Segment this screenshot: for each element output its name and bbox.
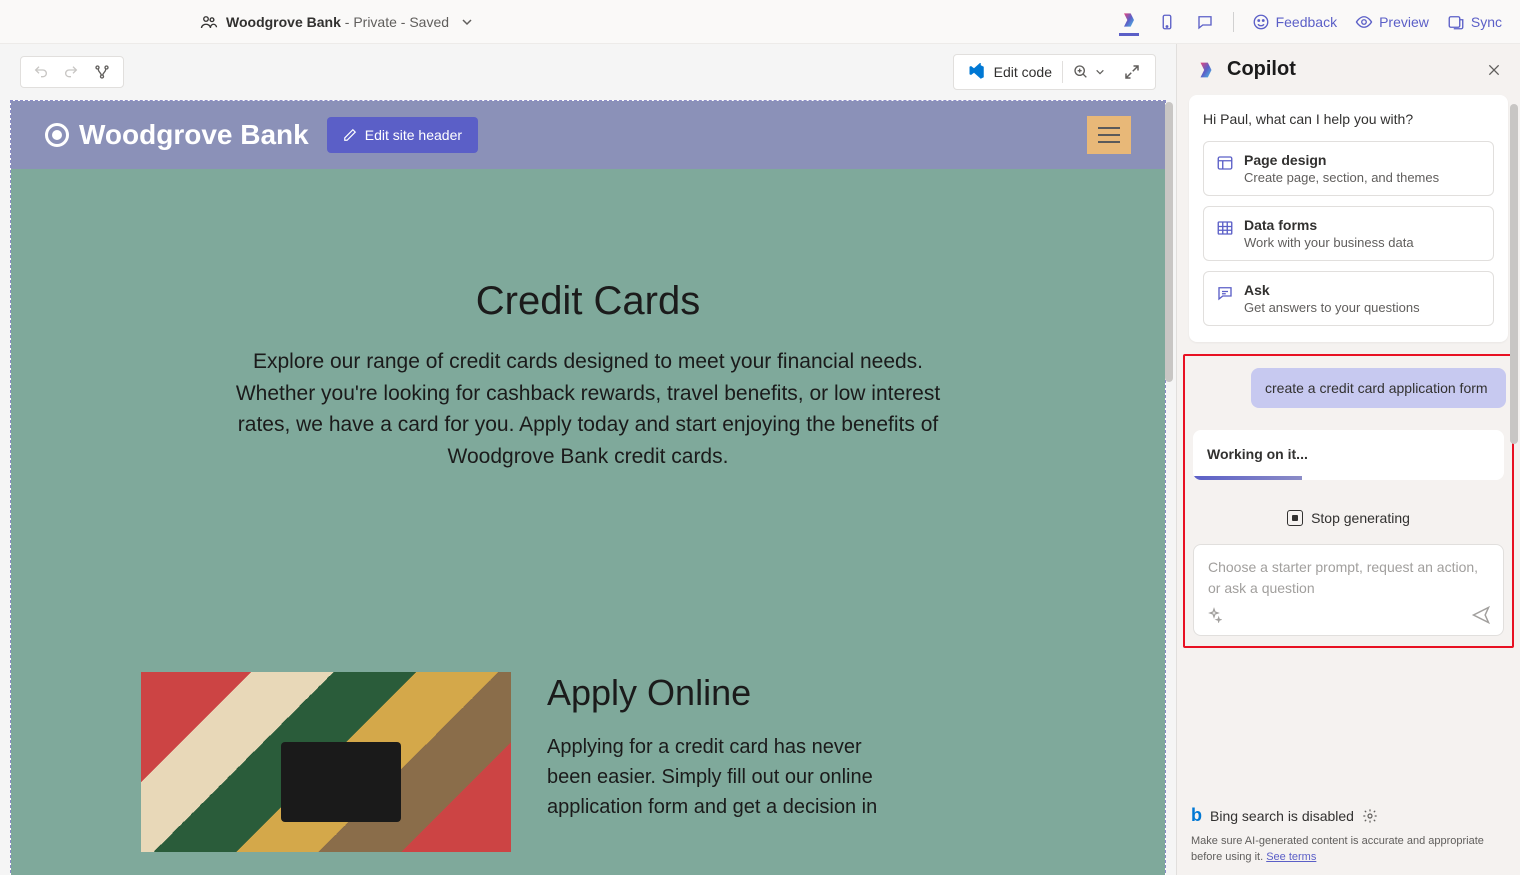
starter-desc: Work with your business data	[1244, 235, 1414, 250]
feedback-icon	[1252, 13, 1270, 31]
edit-header-label: Edit site header	[365, 127, 462, 143]
starter-desc: Create page, section, and themes	[1244, 170, 1439, 185]
gear-icon[interactable]	[1362, 808, 1378, 824]
feedback-button[interactable]: Feedback	[1252, 13, 1337, 31]
starter-title: Data forms	[1244, 217, 1414, 233]
stop-label: Stop generating	[1311, 510, 1410, 526]
close-icon[interactable]	[1486, 62, 1502, 78]
edit-code-button[interactable]: Edit code	[968, 63, 1052, 81]
table-icon	[1216, 219, 1234, 237]
hero-body: Explore our range of credit cards design…	[218, 346, 958, 472]
feedback-label: Feedback	[1276, 14, 1337, 30]
apply-body: Applying for a credit card has never bee…	[547, 732, 907, 822]
site-header[interactable]: Woodgrove Bank Edit site header	[11, 101, 1165, 169]
copilot-greeting-card: Hi Paul, what can I help you with? Page …	[1189, 95, 1508, 342]
stop-generating-button[interactable]: Stop generating	[1191, 510, 1506, 526]
apply-title: Apply Online	[547, 672, 907, 714]
site-preview[interactable]: Woodgrove Bank Edit site header Credit C…	[10, 100, 1166, 875]
canvas-toolbar: Edit code	[10, 44, 1166, 100]
separator	[1233, 12, 1234, 32]
bing-icon: b	[1191, 805, 1202, 826]
app-bar: Woodgrove Bank - Private - Saved Feedbac…	[0, 0, 1520, 44]
zoom-control[interactable]	[1073, 64, 1105, 80]
chat-input[interactable]: Choose a starter prompt, request an acti…	[1193, 544, 1504, 636]
vscode-icon	[968, 63, 986, 81]
working-status: Working on it...	[1193, 430, 1504, 480]
edit-code-label: Edit code	[994, 64, 1052, 80]
copilot-colorful-icon[interactable]	[1119, 16, 1139, 36]
flow-icon[interactable]	[93, 63, 111, 81]
site-logo: Woodgrove Bank	[45, 119, 309, 151]
starter-title: Ask	[1244, 282, 1420, 298]
preview-label: Preview	[1379, 14, 1429, 30]
bing-text: Bing search is disabled	[1210, 808, 1354, 824]
preview-button[interactable]: Preview	[1355, 13, 1429, 31]
history-group	[20, 56, 124, 88]
copilot-title: Copilot	[1227, 58, 1296, 81]
see-terms-link[interactable]: See terms	[1266, 851, 1316, 863]
site-body: Credit Cards Explore our range of credit…	[11, 169, 1165, 875]
sync-button[interactable]: Sync	[1447, 13, 1502, 31]
chevron-down-icon	[1095, 67, 1105, 77]
sync-icon	[1447, 13, 1465, 31]
apply-text: Apply Online Applying for a credit card …	[547, 672, 907, 822]
starter-page-design[interactable]: Page design Create page, section, and th…	[1203, 141, 1494, 196]
layout-icon	[1216, 154, 1234, 172]
copilot-greeting: Hi Paul, what can I help you with?	[1203, 111, 1494, 127]
starter-data-forms[interactable]: Data forms Work with your business data	[1203, 206, 1494, 261]
user-message: create a credit card application form	[1251, 368, 1506, 408]
apply-section: Apply Online Applying for a credit card …	[141, 672, 1035, 852]
separator	[1062, 61, 1063, 83]
canvas-area: Edit code Woodgrove Bank Edit site	[0, 44, 1176, 875]
expand-icon[interactable]	[1123, 63, 1141, 81]
chat-icon	[1216, 284, 1234, 302]
view-controls: Edit code	[953, 54, 1156, 90]
hero-title: Credit Cards	[141, 279, 1035, 324]
canvas-scrollbar[interactable]	[1162, 100, 1176, 420]
mobile-preview-icon[interactable]	[1157, 12, 1177, 32]
chevron-down-icon[interactable]	[461, 16, 473, 28]
disclaimer: Make sure AI-generated content is accura…	[1191, 834, 1506, 865]
undo-icon[interactable]	[33, 64, 49, 80]
bing-status: b Bing search is disabled	[1191, 805, 1506, 826]
redo-icon[interactable]	[63, 64, 79, 80]
site-name: Woodgrove Bank	[79, 119, 309, 151]
doc-title-group[interactable]: Woodgrove Bank - Private - Saved	[200, 13, 473, 31]
zoom-icon	[1073, 64, 1089, 80]
comment-icon[interactable]	[1195, 12, 1215, 32]
copilot-panel: Copilot Hi Paul, what can I help you wit…	[1176, 44, 1520, 875]
sparkle-icon[interactable]	[1206, 607, 1222, 623]
copilot-header: Copilot	[1177, 44, 1520, 95]
pencil-icon	[343, 128, 357, 142]
copilot-logo-icon	[1195, 59, 1217, 81]
edit-site-header-button[interactable]: Edit site header	[327, 117, 478, 153]
send-icon[interactable]	[1471, 605, 1491, 625]
people-icon	[200, 13, 218, 31]
chat-placeholder: Choose a starter prompt, request an acti…	[1208, 557, 1489, 599]
copilot-footer: b Bing search is disabled Make sure AI-g…	[1177, 795, 1520, 875]
hamburger-menu[interactable]	[1087, 116, 1131, 154]
progress-bar	[1193, 476, 1302, 480]
app-bar-actions: Feedback Preview Sync	[1119, 12, 1510, 32]
eye-icon	[1355, 13, 1373, 31]
highlighted-interaction: create a credit card application form Wo…	[1183, 354, 1514, 648]
stop-icon	[1287, 510, 1303, 526]
working-text: Working on it...	[1207, 446, 1490, 462]
starter-desc: Get answers to your questions	[1244, 300, 1420, 315]
sync-label: Sync	[1471, 14, 1502, 30]
starter-ask[interactable]: Ask Get answers to your questions	[1203, 271, 1494, 326]
apply-image	[141, 672, 511, 852]
hero-section: Credit Cards Explore our range of credit…	[141, 279, 1035, 472]
starter-title: Page design	[1244, 152, 1439, 168]
copilot-scrollbar[interactable]	[1510, 104, 1518, 444]
logo-icon	[45, 123, 69, 147]
doc-title: Woodgrove Bank - Private - Saved	[226, 14, 449, 30]
